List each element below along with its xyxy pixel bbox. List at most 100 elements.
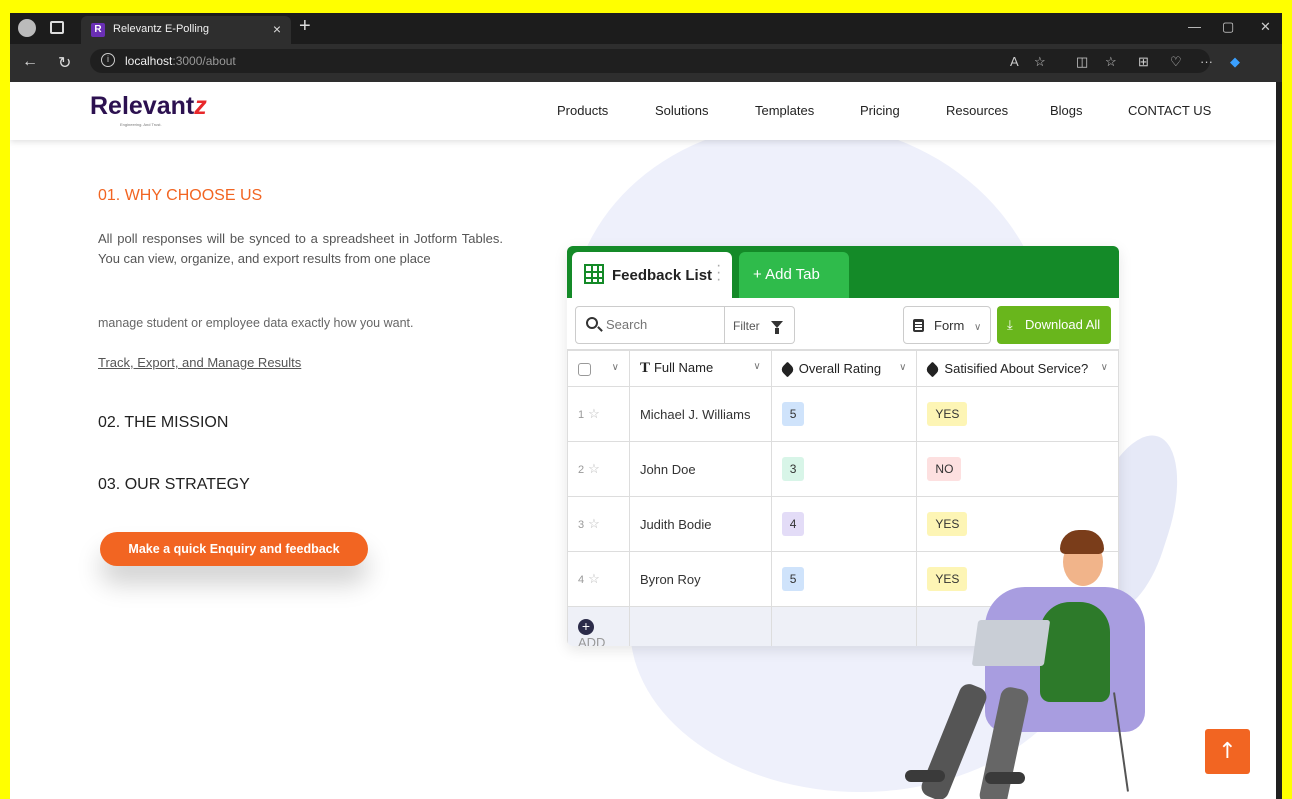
row-index-cell: 4 ☆ bbox=[567, 551, 630, 607]
download-all-button[interactable]: ⤓ Download All bbox=[997, 306, 1111, 344]
close-tab-icon[interactable]: × bbox=[273, 21, 281, 37]
tab-actions-icon[interactable] bbox=[50, 21, 64, 34]
nav-contact-us[interactable]: CONTACT US bbox=[1128, 103, 1211, 118]
name-cell[interactable]: John Doe bbox=[628, 441, 772, 497]
add-tab-button[interactable]: + Add Tab bbox=[739, 252, 849, 298]
back-icon[interactable]: ← bbox=[22, 53, 38, 71]
download-label: Download All bbox=[1025, 317, 1101, 332]
select-all-header[interactable]: ∨ bbox=[567, 350, 630, 387]
chevron-down-icon[interactable]: ∨ bbox=[899, 362, 906, 373]
browser-window: R Relevantz E-Polling × + — ▢ ✕ ← ↻ i lo… bbox=[10, 13, 1282, 799]
column-label: Full Name bbox=[653, 360, 714, 375]
nav-resources[interactable]: Resources bbox=[946, 103, 1008, 118]
name-cell[interactable]: Michael J. Williams bbox=[628, 386, 772, 442]
chevron-down-icon[interactable]: ∨ bbox=[753, 361, 760, 372]
name-cell[interactable]: Judith Bodie bbox=[628, 496, 772, 552]
rating-pill: 5 bbox=[781, 402, 805, 426]
tab-feedback-list[interactable]: Feedback List · · · bbox=[572, 252, 732, 298]
filter-button[interactable]: Filter bbox=[725, 306, 795, 344]
star-icon[interactable]: ☆ bbox=[588, 406, 600, 421]
site-header: Relevantz Engineering. And Trust. Produc… bbox=[10, 82, 1276, 140]
rating-pill: 4 bbox=[781, 512, 805, 536]
empty-cell bbox=[628, 606, 772, 646]
form-label: Form bbox=[934, 318, 965, 333]
satisfied-cell[interactable]: YES bbox=[916, 386, 1119, 442]
table-header-row: ∨ T Full Name ∨ Overall Rating ∨ Satisified… bbox=[567, 350, 1119, 387]
nav-blogs[interactable]: Blogs bbox=[1050, 103, 1083, 118]
logo-tagline: Engineering. And Trust. bbox=[120, 122, 162, 127]
star-icon[interactable]: ☆ bbox=[588, 571, 600, 586]
search-input[interactable] bbox=[606, 317, 716, 332]
url-host: localhost bbox=[125, 54, 173, 68]
nav-solutions[interactable]: Solutions bbox=[655, 103, 708, 118]
close-window-icon[interactable]: ✕ bbox=[1260, 19, 1271, 35]
health-icon[interactable]: ♡ bbox=[1170, 54, 1182, 70]
enquiry-feedback-button[interactable]: Make a quick Enquiry and feedback bbox=[100, 532, 368, 566]
column-satisfied[interactable]: Satisified About Service? ∨ bbox=[916, 350, 1119, 387]
row-index-cell: 1 ☆ bbox=[567, 386, 630, 442]
table-tab-strip: Feedback List · · · + Add Tab bbox=[567, 246, 1119, 298]
table-grid-icon bbox=[584, 264, 604, 284]
empty-cell bbox=[770, 606, 918, 646]
rating-cell[interactable]: 5 bbox=[770, 386, 918, 442]
tag-icon bbox=[779, 361, 795, 378]
strategy-heading[interactable]: 03. OUR STRATEGY bbox=[98, 476, 250, 494]
form-dropdown[interactable]: Form ∨ bbox=[903, 306, 991, 344]
table-row[interactable]: 2 ☆ John Doe 3 NO bbox=[567, 441, 1119, 497]
column-label: Overall Rating bbox=[798, 361, 882, 376]
add-row-button[interactable]: +ADD bbox=[567, 606, 630, 646]
download-icon: ⤓ bbox=[1007, 317, 1013, 332]
minimize-icon[interactable]: — bbox=[1188, 19, 1201, 34]
funnel-icon bbox=[771, 321, 783, 334]
table-row[interactable]: 3 ☆ Judith Bodie 4 YES bbox=[567, 496, 1119, 552]
nav-templates[interactable]: Templates bbox=[755, 103, 814, 118]
tab-options-icon[interactable]: · · · bbox=[716, 258, 721, 288]
table-row[interactable]: 1 ☆ Michael J. Williams 5 YES bbox=[567, 386, 1119, 442]
logo-z: z bbox=[194, 92, 207, 120]
site-logo[interactable]: Relevantz bbox=[90, 92, 207, 121]
form-icon bbox=[913, 319, 924, 332]
favorites-icon[interactable]: ☆ bbox=[1105, 54, 1117, 70]
profile-avatar[interactable] bbox=[18, 19, 36, 37]
rating-cell[interactable]: 4 bbox=[770, 496, 918, 552]
read-aloud-icon[interactable]: A bbox=[1010, 54, 1019, 69]
table-search[interactable] bbox=[575, 306, 725, 344]
rating-cell[interactable]: 3 bbox=[770, 441, 918, 497]
nav-pricing[interactable]: Pricing bbox=[860, 103, 900, 118]
name-cell[interactable]: Byron Roy bbox=[628, 551, 772, 607]
rating-cell[interactable]: 5 bbox=[770, 551, 918, 607]
star-icon[interactable]: ☆ bbox=[588, 516, 600, 531]
more-menu-icon[interactable]: ··· bbox=[1200, 54, 1213, 69]
tab-title: Relevantz E-Polling bbox=[113, 23, 209, 35]
why-sub-paragraph: manage student or employee data exactly … bbox=[98, 316, 414, 330]
restore-icon[interactable]: ▢ bbox=[1222, 19, 1234, 35]
favicon-icon: R bbox=[91, 23, 105, 37]
select-all-checkbox[interactable] bbox=[578, 363, 591, 377]
refresh-icon[interactable]: ↻ bbox=[58, 53, 71, 73]
info-icon[interactable]: i bbox=[101, 53, 115, 67]
satisfied-cell[interactable]: NO bbox=[916, 441, 1119, 497]
track-export-link[interactable]: Track, Export, and Manage Results bbox=[98, 355, 301, 370]
column-label: Satisified About Service? bbox=[944, 361, 1089, 376]
satisfied-pill: YES bbox=[927, 512, 968, 536]
filter-label: Filter bbox=[733, 319, 760, 333]
favorite-star-icon[interactable]: ☆ bbox=[1034, 54, 1046, 70]
chevron-down-icon: ∨ bbox=[973, 322, 982, 333]
plus-circle-icon: + bbox=[578, 618, 594, 635]
nav-products[interactable]: Products bbox=[557, 103, 608, 118]
scroll-to-top-button[interactable]: ↑ bbox=[1205, 729, 1250, 774]
column-overall-rating[interactable]: Overall Rating ∨ bbox=[770, 350, 918, 387]
mission-heading[interactable]: 02. THE MISSION bbox=[98, 414, 228, 432]
tag-icon bbox=[925, 361, 941, 378]
collections-icon[interactable]: ⊞ bbox=[1138, 54, 1149, 70]
browser-tab[interactable]: R Relevantz E-Polling × bbox=[81, 16, 291, 44]
chevron-down-icon[interactable]: ∨ bbox=[612, 362, 619, 373]
new-tab-button[interactable]: + bbox=[299, 15, 311, 38]
why-choose-us-heading[interactable]: 01. WHY CHOOSE US bbox=[98, 187, 262, 205]
split-screen-icon[interactable]: ◫ bbox=[1076, 54, 1088, 70]
star-icon[interactable]: ☆ bbox=[588, 461, 600, 476]
column-full-name[interactable]: T Full Name ∨ bbox=[628, 350, 772, 387]
copilot-icon[interactable]: ◆ bbox=[1230, 54, 1240, 70]
chevron-down-icon[interactable]: ∨ bbox=[1101, 362, 1108, 373]
row-index-cell: 3 ☆ bbox=[567, 496, 630, 552]
